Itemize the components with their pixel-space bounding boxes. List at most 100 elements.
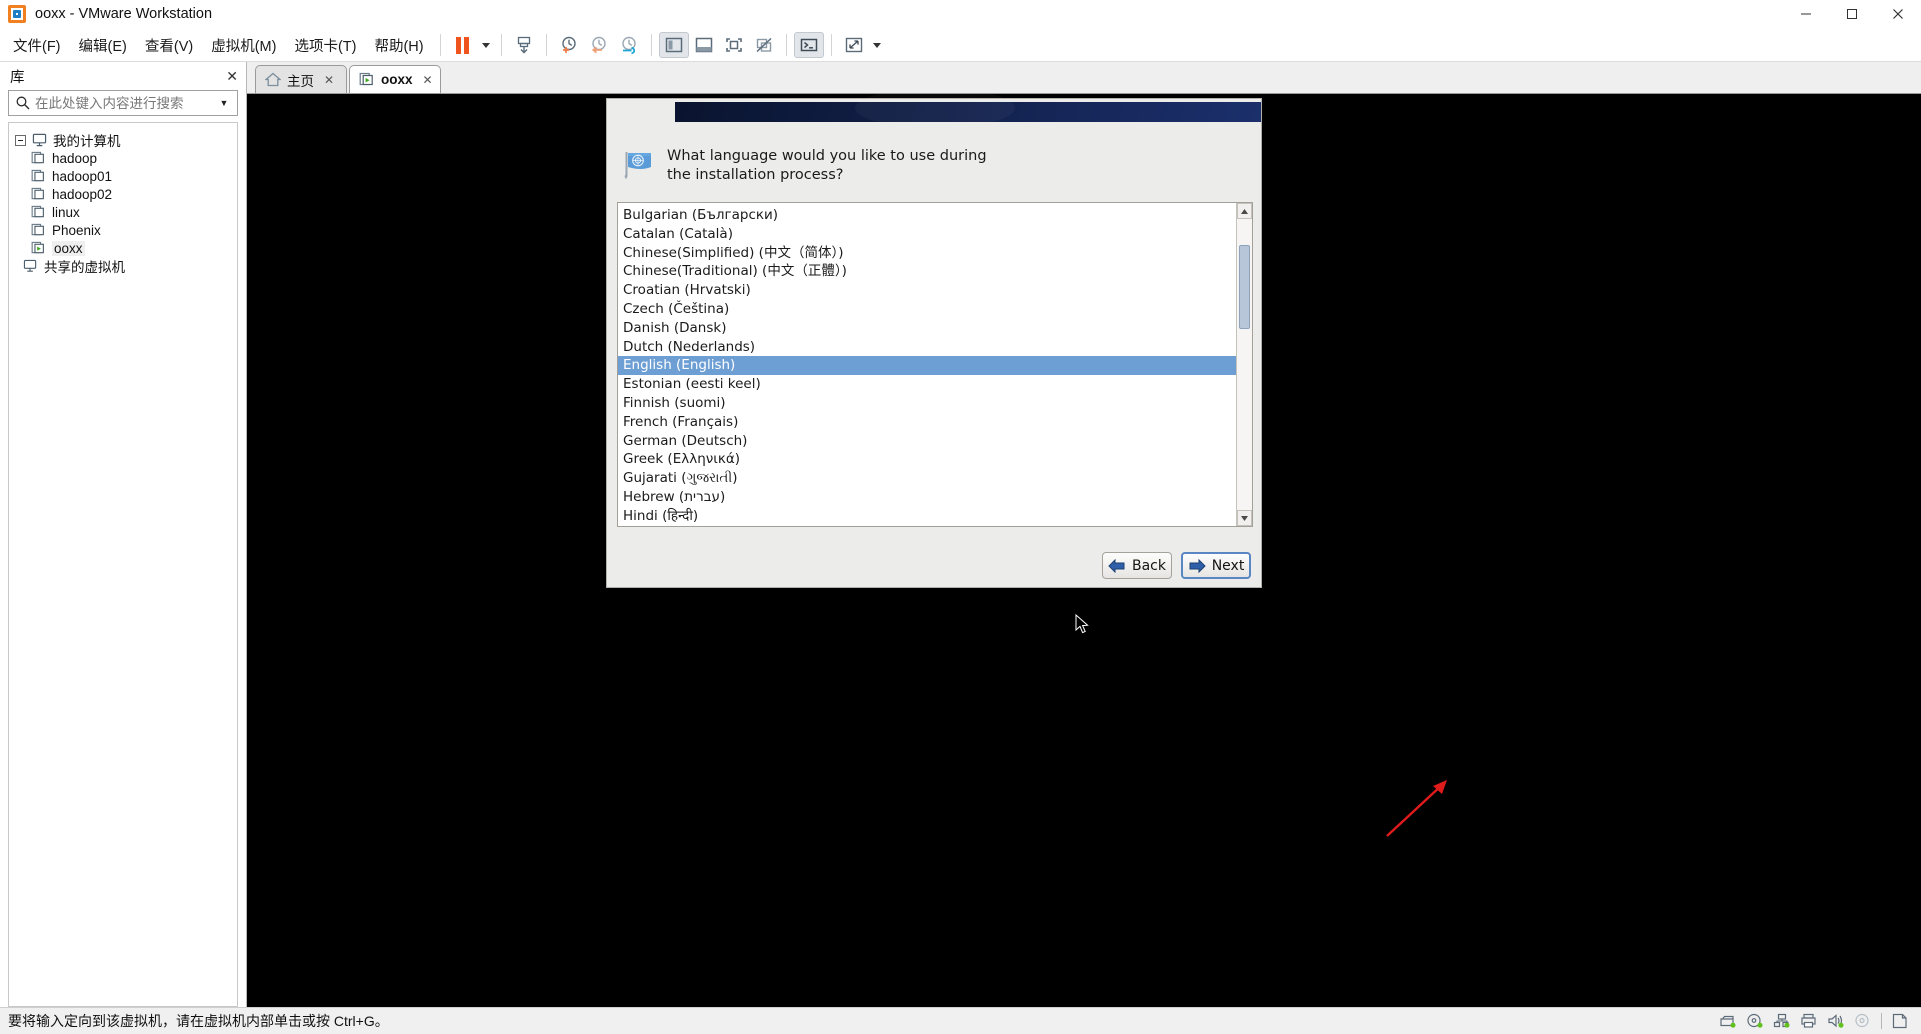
message-log-icon[interactable] [1891,1013,1909,1029]
search-input[interactable] [35,95,215,111]
console-button[interactable] [793,32,824,58]
library-search[interactable]: ▼ [8,90,238,116]
arrow-right-icon [1189,558,1206,573]
library-title: 库 [10,69,25,86]
fullscreen-icon [725,38,742,52]
scroll-down-button[interactable] [1237,510,1252,526]
back-button[interactable]: Back [1102,552,1172,579]
language-item[interactable]: Hebrew (עברית) [618,488,1236,507]
language-item[interactable]: Bulgarian (Български) [618,206,1236,225]
language-scrollbar[interactable] [1236,203,1252,526]
suspend-button[interactable] [448,32,478,58]
language-item[interactable]: Finnish (suomi) [618,394,1236,413]
snapshot-button[interactable] [509,32,539,58]
installer-prompt: What language would you like to use duri… [621,147,997,184]
computer-icon [32,133,47,147]
search-dropdown-icon[interactable]: ▼ [215,98,233,108]
stretch-button[interactable] [839,32,869,58]
menu-help[interactable]: 帮助(H) [365,31,432,60]
menu-tabs[interactable]: 选项卡(T) [285,31,365,60]
back-button-label: Back [1132,557,1166,574]
tree-item-hadoop[interactable]: hadoop [9,149,237,167]
unity-button[interactable] [749,32,779,58]
language-item[interactable]: Hindi (हिन्दी) [618,507,1236,526]
fullscreen-button[interactable] [719,32,749,58]
tree-item-ooxx[interactable]: ooxx [9,239,237,257]
language-item-selected[interactable]: English (English) [618,356,1236,376]
clock-back-icon [591,36,606,53]
show-thumbnail-button[interactable] [689,32,719,58]
mouse-cursor-icon [1075,614,1089,634]
sound-status-icon[interactable] [1827,1013,1845,1029]
language-item[interactable]: Estonian (eesti keel) [618,375,1236,394]
cd-dvd-status-icon[interactable] [1746,1013,1764,1029]
language-item[interactable]: Croatian (Hrvatski) [618,281,1236,300]
red-arrow-annotation [1386,780,1447,837]
installer-button-row: Back Next [1102,552,1251,579]
close-button[interactable] [1875,0,1921,29]
snapshot-manager-button[interactable] [614,32,644,58]
hard-disk-status-icon[interactable] [1719,1013,1737,1029]
toolbar-divider [500,34,502,56]
stretch-dropdown[interactable] [869,32,885,58]
language-item[interactable]: Chinese(Simplified) (中文（简体）) [618,244,1236,263]
arrow-left-icon [1108,558,1125,573]
collapse-toggle-icon[interactable] [15,134,26,146]
un-flag-icon [624,152,651,180]
snapshot-revert-button[interactable] [584,32,614,58]
tree-item-label: ooxx [52,240,85,256]
tree-item-hadoop01[interactable]: hadoop01 [9,167,237,185]
menu-file[interactable]: 文件(F) [4,31,70,60]
language-item[interactable]: Chinese(Traditional) (中文（正體）) [618,262,1236,281]
power-dropdown[interactable] [478,32,494,58]
tree-item-phoenix[interactable]: Phoenix [9,221,237,239]
printer-status-icon[interactable] [1800,1013,1818,1029]
tree-item-my-computer[interactable]: 我的计算机 [9,131,237,149]
scrollbar-track[interactable] [1237,219,1252,510]
snapshot-take-button[interactable] [554,32,584,58]
tree-item-label: Phoenix [52,222,101,238]
vm-icon [31,223,44,236]
language-item[interactable]: Gujarati (ગુજરાતી) [618,469,1236,488]
tab-close-icon[interactable]: ✕ [324,73,334,87]
menu-edit[interactable]: 编辑(E) [70,31,136,60]
pause-icon [456,36,470,54]
vm-icon [31,151,44,164]
network-status-icon[interactable] [1773,1013,1791,1029]
status-icon-tray [1719,1013,1921,1029]
scroll-up-button[interactable] [1237,203,1252,219]
language-listbox[interactable]: Bulgarian (Български) Catalan (Català) C… [617,202,1253,527]
language-item[interactable]: German (Deutsch) [618,432,1236,451]
scrollbar-thumb[interactable] [1239,245,1250,329]
language-item[interactable]: Danish (Dansk) [618,319,1236,338]
maximize-button[interactable] [1829,0,1875,29]
toolbar-divider [830,34,832,56]
language-item[interactable]: Czech (Čeština) [618,300,1236,319]
window-titlebar: ooxx - VMware Workstation [0,0,1921,29]
tab-strip: 主页 ✕ ooxx ✕ [247,62,1921,94]
show-library-button[interactable] [658,32,689,58]
tab-ooxx[interactable]: ooxx ✕ [349,65,441,93]
vm-console-screen[interactable]: What language would you like to use duri… [247,94,1921,1007]
statusbar: 要将输入定向到该虚拟机，请在虚拟机内部单击或按 Ctrl+G。 [0,1007,1921,1034]
minimize-button[interactable] [1783,0,1829,29]
vmware-logo-icon [8,5,26,23]
tree-item-hadoop02[interactable]: hadoop02 [9,185,237,203]
tree-item-linux[interactable]: linux [9,203,237,221]
language-item[interactable]: Greek (Ελληνικά) [618,450,1236,469]
library-close-icon[interactable]: ✕ [226,68,238,85]
language-item[interactable]: Dutch (Nederlands) [618,338,1236,357]
tree-item-shared-vms[interactable]: 共享的虚拟机 [9,257,237,275]
language-list[interactable]: Bulgarian (Български) Catalan (Català) C… [618,203,1236,526]
toolbar-divider [785,34,787,56]
usb-status-icon[interactable] [1854,1013,1872,1029]
language-item[interactable]: Catalan (Català) [618,225,1236,244]
menu-view[interactable]: 查看(V) [136,31,202,60]
tab-close-icon[interactable]: ✕ [423,73,433,87]
menu-vm[interactable]: 虚拟机(M) [202,31,285,60]
tab-label: 主页 [287,73,314,89]
language-item[interactable]: French (Français) [618,413,1236,432]
search-icon [16,96,30,110]
tab-home[interactable]: 主页 ✕ [255,65,347,93]
next-button[interactable]: Next [1181,552,1251,579]
